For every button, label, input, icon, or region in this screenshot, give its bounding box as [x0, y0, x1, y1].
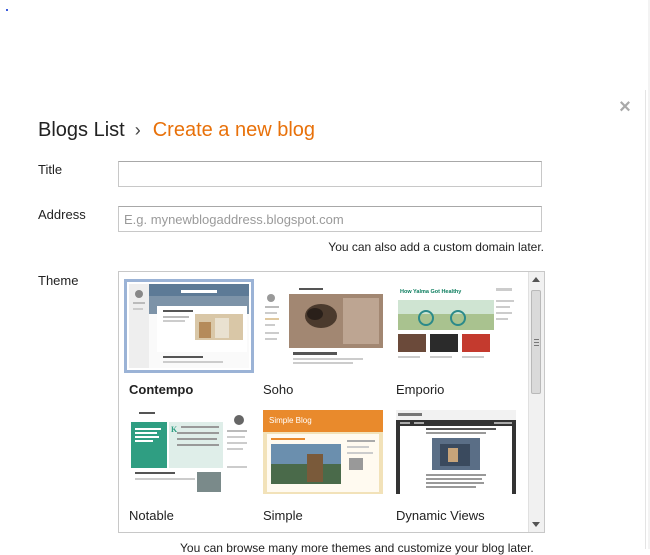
- theme-name: Simple: [263, 508, 303, 523]
- scroll-down-icon[interactable]: [532, 522, 540, 527]
- simple-thumbnail: Simple Blog: [263, 410, 383, 494]
- notable-thumbnail: K: [129, 410, 249, 494]
- theme-name: Contempo: [129, 382, 194, 397]
- dynamic-views-thumbnail: [396, 410, 516, 494]
- emporio-thumbnail: How Yalma Got Healthy: [396, 284, 516, 368]
- simple-blog-title: Simple Blog: [269, 416, 312, 425]
- soho-thumbnail: [263, 284, 383, 368]
- title-input[interactable]: [118, 161, 542, 187]
- breadcrumb-blogs-list[interactable]: Blogs List: [38, 119, 125, 141]
- grip-line: [534, 342, 539, 343]
- theme-dynamic-views[interactable]: Dynamic Views: [396, 410, 520, 523]
- theme-emporio[interactable]: How Yalma Got Healthy Emporio: [396, 284, 520, 397]
- breadcrumb: Blogs List › Create a new blog: [38, 117, 315, 143]
- address-label: Address: [38, 207, 86, 222]
- theme-soho[interactable]: Soho: [263, 284, 387, 397]
- themes-footnote: You can browse many more themes and cust…: [180, 541, 534, 555]
- grip-line: [534, 339, 539, 340]
- theme-contempo[interactable]: Contempo: [124, 279, 254, 397]
- page-title: Create a new blog: [152, 119, 316, 141]
- scrollbar-thumb[interactable]: [531, 290, 541, 394]
- theme-name: Emporio: [396, 382, 445, 397]
- theme-name: Soho: [263, 382, 294, 397]
- theme-gallery-scrollbar[interactable]: [528, 272, 544, 532]
- corner-dot: [6, 9, 8, 11]
- title-label: Title: [38, 162, 63, 177]
- svg-text:K: K: [171, 425, 178, 434]
- theme-simple[interactable]: Simple Blog Simple: [263, 410, 387, 523]
- address-input[interactable]: [118, 206, 542, 232]
- theme-name: Notable: [129, 508, 174, 523]
- emporio-blog-title: How Yalma Got Healthy: [400, 289, 462, 295]
- address-hint: You can also add a custom domain later.: [328, 240, 544, 254]
- contempo-thumbnail: [124, 279, 254, 373]
- theme-notable[interactable]: K Notable: [129, 410, 253, 523]
- theme-gallery[interactable]: Contempo Soho How Yalma Got Healthy Empo…: [118, 271, 545, 533]
- grip-line: [534, 345, 539, 346]
- breadcrumb-separator: ›: [134, 120, 141, 140]
- theme-name: Dynamic Views: [396, 508, 485, 523]
- close-icon[interactable]: ×: [616, 96, 634, 118]
- scroll-up-icon[interactable]: [532, 277, 540, 282]
- theme-label: Theme: [38, 273, 79, 288]
- dialog-edge: [645, 90, 646, 549]
